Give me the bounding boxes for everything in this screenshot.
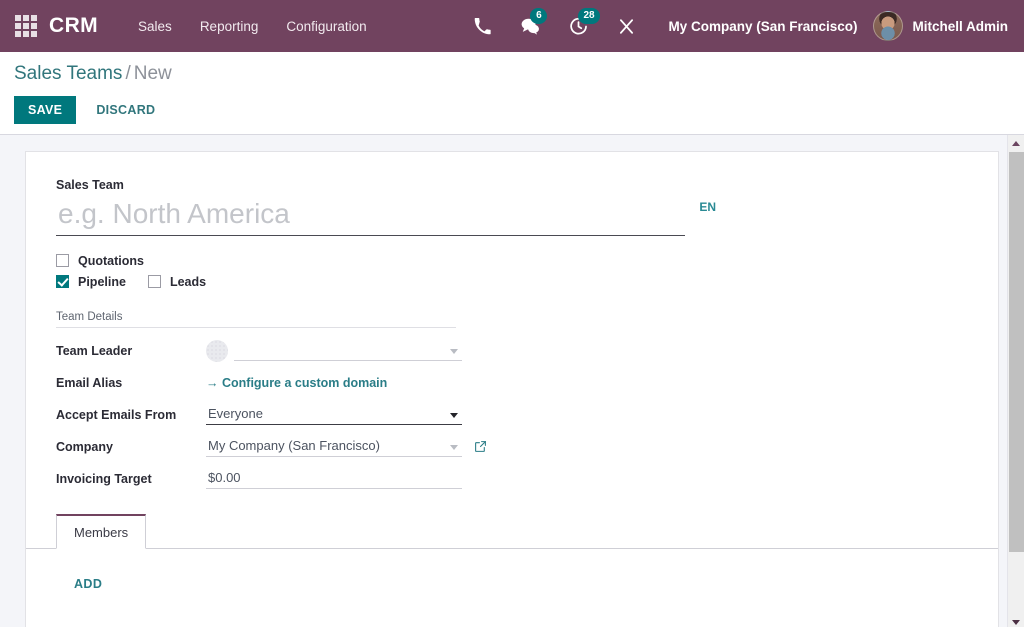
notebook-tab-strip: Members <box>26 514 998 549</box>
leads-label[interactable]: Leads <box>170 275 206 289</box>
team-leader-avatar-icon <box>206 340 228 362</box>
external-link-icon[interactable] <box>474 440 487 453</box>
company-control <box>206 436 462 457</box>
apps-grid-icon[interactable] <box>13 13 39 39</box>
activity-clock-icon[interactable]: 28 <box>567 15 589 37</box>
page-body: Sales Team EN Quotations Pipeline Leads <box>0 135 1024 627</box>
field-row-team-leader: Team Leader <box>56 338 968 364</box>
nav-menu-configuration[interactable]: Configuration <box>272 3 380 50</box>
title-row: EN <box>56 198 716 236</box>
control-panel: Sales Teams/New SAVE DISCARD <box>0 52 1024 135</box>
company-input[interactable] <box>206 436 462 457</box>
configure-custom-domain-link[interactable]: → Configure a custom domain <box>206 376 387 390</box>
arrow-right-icon: → <box>206 376 219 390</box>
breadcrumb-separator: / <box>125 63 130 84</box>
sales-team-name-input[interactable] <box>56 198 685 236</box>
scrollbar-thumb[interactable] <box>1009 152 1024 552</box>
field-row-company: Company <box>56 434 968 460</box>
accept-emails-from-label: Accept Emails From <box>56 408 206 422</box>
breadcrumb-sales-teams[interactable]: Sales Teams <box>14 63 122 84</box>
wrench-icon[interactable] <box>615 15 637 37</box>
form-sheet-wrapper: Sales Team EN Quotations Pipeline Leads <box>0 135 1007 627</box>
checkbox-row-pipeline-leads: Pipeline Leads <box>56 275 968 289</box>
user-name-label: Mitchell Admin <box>912 19 1008 34</box>
leads-checkbox[interactable] <box>148 275 161 288</box>
nav-menu-sales[interactable]: Sales <box>124 3 186 50</box>
pipeline-checkbox[interactable] <box>56 275 69 288</box>
pipeline-label[interactable]: Pipeline <box>78 275 126 289</box>
sales-team-label: Sales Team <box>56 178 968 192</box>
nav-menu-reporting[interactable]: Reporting <box>186 3 273 50</box>
scroll-up-button[interactable] <box>1008 135 1024 152</box>
field-row-accept-emails-from: Accept Emails From <box>56 402 968 428</box>
form-sheet: Sales Team EN Quotations Pipeline Leads <box>25 151 999 627</box>
invoicing-target-control <box>206 468 462 489</box>
accept-emails-from-control <box>206 404 462 425</box>
chevron-up-icon <box>1012 141 1020 146</box>
team-details-group-title: Team Details <box>56 311 456 328</box>
invoicing-target-label: Invoicing Target <box>56 472 206 486</box>
team-leader-input[interactable] <box>234 340 462 361</box>
breadcrumb-current: New <box>134 63 172 84</box>
email-alias-control: → Configure a custom domain <box>206 376 387 390</box>
scrollbar-track[interactable] <box>1008 152 1024 614</box>
vertical-scrollbar[interactable] <box>1007 135 1024 627</box>
members-tab-pane: ADD <box>56 549 968 613</box>
language-badge[interactable]: EN <box>699 200 716 214</box>
activity-count-badge: 28 <box>578 8 599 24</box>
save-button[interactable]: SAVE <box>14 96 76 124</box>
avatar <box>873 11 903 41</box>
discard-button[interactable]: DISCARD <box>84 96 167 124</box>
email-alias-label: Email Alias <box>56 376 206 390</box>
quotations-label[interactable]: Quotations <box>78 254 144 268</box>
company-label: Company <box>56 440 206 454</box>
top-navbar: CRM Sales Reporting Configuration 6 28 M… <box>0 0 1024 52</box>
current-company[interactable]: My Company (San Francisco) <box>668 19 857 34</box>
field-row-invoicing-target: Invoicing Target <box>56 466 968 492</box>
field-row-email-alias: Email Alias → Configure a custom domain <box>56 370 968 396</box>
tab-members[interactable]: Members <box>56 514 146 549</box>
team-leader-label: Team Leader <box>56 344 206 358</box>
record-action-buttons: SAVE DISCARD <box>14 96 1024 124</box>
quotations-checkbox[interactable] <box>56 254 69 267</box>
notebook: Members ADD <box>56 514 968 613</box>
feature-checkboxes: Quotations Pipeline Leads <box>56 254 968 289</box>
configure-custom-domain-label: Configure a custom domain <box>222 376 387 390</box>
app-brand-crm[interactable]: CRM <box>49 14 98 38</box>
invoicing-target-input[interactable] <box>206 468 462 489</box>
messages-count-badge: 6 <box>530 8 547 24</box>
phone-icon[interactable] <box>471 15 493 37</box>
scroll-down-button[interactable] <box>1008 614 1024 627</box>
breadcrumb: Sales Teams/New <box>14 63 1024 86</box>
checkbox-row-quotations: Quotations <box>56 254 968 268</box>
chat-bubble-icon[interactable]: 6 <box>519 15 541 37</box>
chevron-down-icon <box>1012 620 1020 625</box>
user-menu[interactable]: Mitchell Admin <box>873 11 1012 41</box>
accept-emails-from-select[interactable] <box>206 404 462 425</box>
team-leader-control <box>206 340 462 362</box>
add-member-button[interactable]: ADD <box>74 577 102 591</box>
